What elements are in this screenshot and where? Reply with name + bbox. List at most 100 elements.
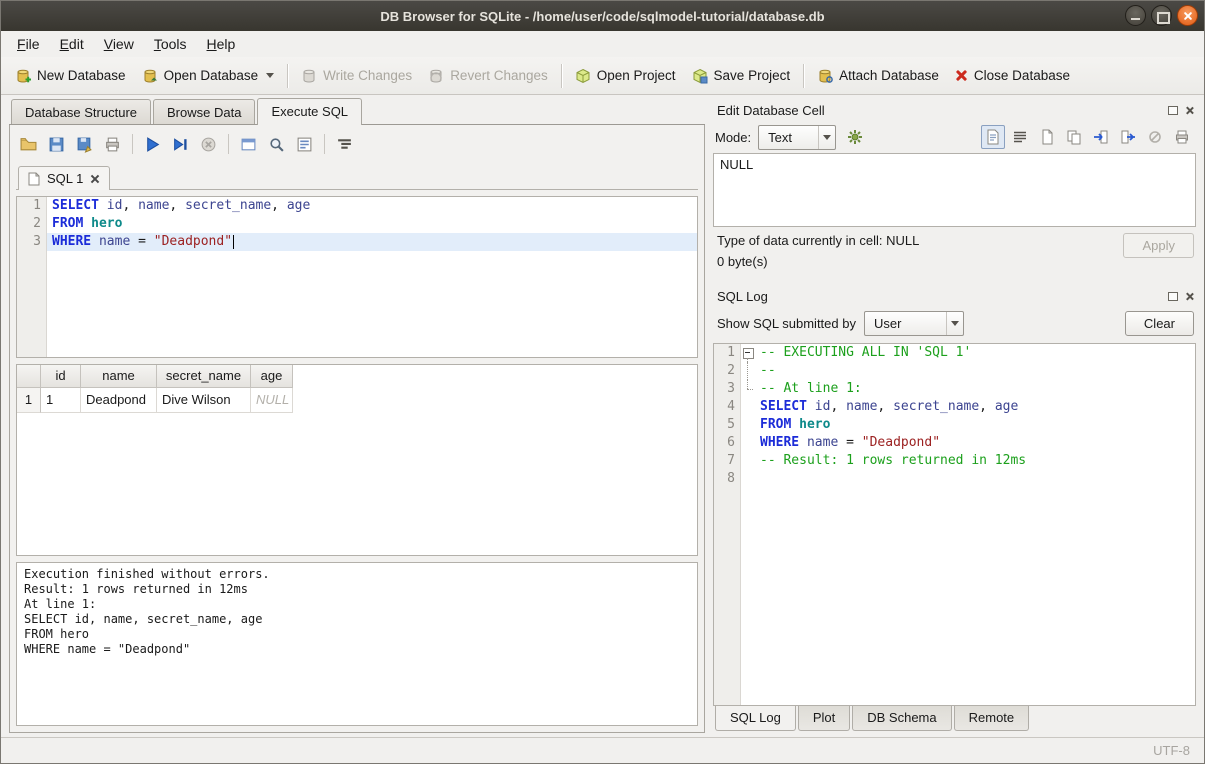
sql-tab-label: SQL 1 [47, 171, 83, 186]
row-header[interactable]: 1 [17, 388, 41, 413]
auto-switch-mode-button[interactable] [843, 125, 867, 149]
tab-browse-data[interactable]: Browse Data [153, 99, 255, 124]
statusbar: UTF-8 [1, 737, 1204, 763]
clear-log-button[interactable]: Clear [1125, 311, 1194, 336]
cell-content-editor[interactable]: NULL [713, 153, 1196, 227]
document-icon [28, 172, 40, 186]
print-sql-button[interactable] [100, 132, 125, 157]
bottom-tab-plot[interactable]: Plot [798, 706, 850, 731]
code-text[interactable]: -- At line 1: [755, 380, 1195, 398]
menu-view[interactable]: View [94, 33, 144, 55]
sql-log-title: SQL Log [717, 289, 768, 304]
maximize-icon[interactable] [1151, 5, 1172, 26]
cell-name[interactable]: Deadpond [81, 388, 157, 413]
close-tab-icon[interactable] [90, 174, 100, 184]
code-token [799, 435, 807, 450]
code-text[interactable] [755, 470, 1195, 488]
close-icon[interactable] [1177, 5, 1198, 26]
line-number: 7 [714, 452, 741, 470]
code-text[interactable]: WHERE name = "Deadpond" [47, 233, 697, 251]
tab-execute-sql[interactable]: Execute SQL [257, 98, 362, 125]
toolbar-separator [228, 134, 229, 154]
import-cell-button[interactable] [1089, 125, 1113, 149]
code-text[interactable]: -- EXECUTING ALL IN 'SQL 1' [755, 344, 1195, 362]
sql-editor[interactable]: 1SELECT id, name, secret_name, age2FROM … [16, 196, 698, 358]
bottom-tab-db-schema[interactable]: DB Schema [852, 706, 951, 731]
chevron-down-icon[interactable] [266, 73, 274, 78]
execute-all-button[interactable] [140, 132, 165, 157]
results-grid[interactable]: idnamesecret_nameage11DeadpondDive Wilso… [16, 364, 698, 556]
format-sql-button[interactable] [332, 132, 357, 157]
combo-arrow [818, 126, 835, 149]
code-token [91, 234, 99, 249]
find-button[interactable] [264, 132, 289, 157]
database-revert-icon [428, 68, 444, 84]
open-database-button[interactable]: Open Database [134, 63, 283, 89]
sql-tab[interactable]: SQL 1 [18, 166, 110, 190]
code-token [99, 198, 107, 213]
code-line: 8 [714, 470, 1195, 488]
search-icon [268, 136, 285, 153]
menu-tools[interactable]: Tools [144, 33, 197, 55]
close-dock-icon[interactable] [1185, 106, 1194, 115]
close-dock-icon[interactable] [1185, 292, 1194, 301]
open-folder-icon [20, 136, 37, 153]
open-in-editor-button[interactable] [1035, 125, 1059, 149]
column-header-id[interactable]: id [41, 365, 81, 388]
auto-complete-button[interactable] [292, 132, 317, 157]
code-text[interactable]: FROM hero [47, 215, 697, 233]
column-header-secret-name[interactable]: secret_name [157, 365, 251, 388]
save-sql-as-button[interactable] [72, 132, 97, 157]
sql-log-view[interactable]: 1-- EXECUTING ALL IN 'SQL 1'2--3-- At li… [713, 343, 1196, 706]
database-open-icon [142, 68, 158, 84]
bottom-tab-remote[interactable]: Remote [954, 706, 1030, 731]
menu-file[interactable]: File [7, 33, 50, 55]
open-project-button[interactable]: Open Project [567, 63, 684, 89]
open-database-label: Open Database [164, 68, 259, 83]
save-sql-file-button[interactable] [44, 132, 69, 157]
code-token: id [815, 399, 831, 414]
minimize-icon[interactable] [1125, 5, 1146, 26]
menu-help[interactable]: Help [197, 33, 246, 55]
cell-id[interactable]: 1 [41, 388, 81, 413]
code-text[interactable]: FROM hero [755, 416, 1195, 434]
fold-marker [741, 416, 755, 434]
new-query-tab-button[interactable] [236, 132, 261, 157]
close-database-button[interactable]: Close Database [947, 63, 1078, 88]
code-text[interactable]: -- Result: 1 rows returned in 12ms [755, 452, 1195, 470]
menu-edit[interactable]: Edit [50, 33, 94, 55]
code-text[interactable]: SELECT id, name, secret_name, age [47, 197, 697, 215]
attach-database-button[interactable]: Attach Database [809, 63, 947, 89]
export-cell-button[interactable] [1116, 125, 1140, 149]
cell-secret-name[interactable]: Dive Wilson [157, 388, 251, 413]
copy-button[interactable] [1062, 125, 1086, 149]
code-text[interactable]: -- [755, 362, 1195, 380]
save-project-button[interactable]: Save Project [684, 63, 799, 89]
fold-marker[interactable] [741, 344, 755, 362]
column-header-name[interactable]: name [81, 365, 157, 388]
new-database-button[interactable]: New Database [7, 63, 134, 89]
bottom-tab-sql-log[interactable]: SQL Log [715, 705, 796, 731]
word-wrap-button[interactable] [1008, 125, 1032, 149]
tab-database-structure[interactable]: Database Structure [11, 99, 151, 124]
titlebar[interactable]: DB Browser for SQLite - /home/user/code/… [1, 1, 1204, 31]
mode-combobox[interactable]: Text [758, 125, 836, 150]
column-header-age[interactable]: age [251, 365, 293, 388]
code-text[interactable]: WHERE name = "Deadpond" [755, 434, 1195, 452]
float-dock-icon[interactable] [1168, 106, 1178, 115]
code-token: -- [760, 363, 776, 378]
encoding-indicator[interactable]: UTF-8 [1153, 743, 1190, 758]
log-filter-label: Show SQL submitted by [717, 316, 856, 331]
text-view-button[interactable] [981, 125, 1005, 149]
code-token: FROM [52, 216, 83, 231]
open-sql-file-button[interactable] [16, 132, 41, 157]
code-text[interactable]: SELECT id, name, secret_name, age [755, 398, 1195, 416]
print-cell-button[interactable] [1170, 125, 1194, 149]
cell-age[interactable]: NULL [251, 388, 293, 413]
float-dock-icon[interactable] [1168, 292, 1178, 301]
menubar: FileEditViewToolsHelp [1, 31, 1204, 57]
log-filter-combobox[interactable]: User [864, 311, 964, 336]
revert-changes-label: Revert Changes [450, 68, 548, 83]
execute-line-button[interactable] [168, 132, 193, 157]
import-arrow-icon [1093, 129, 1109, 145]
